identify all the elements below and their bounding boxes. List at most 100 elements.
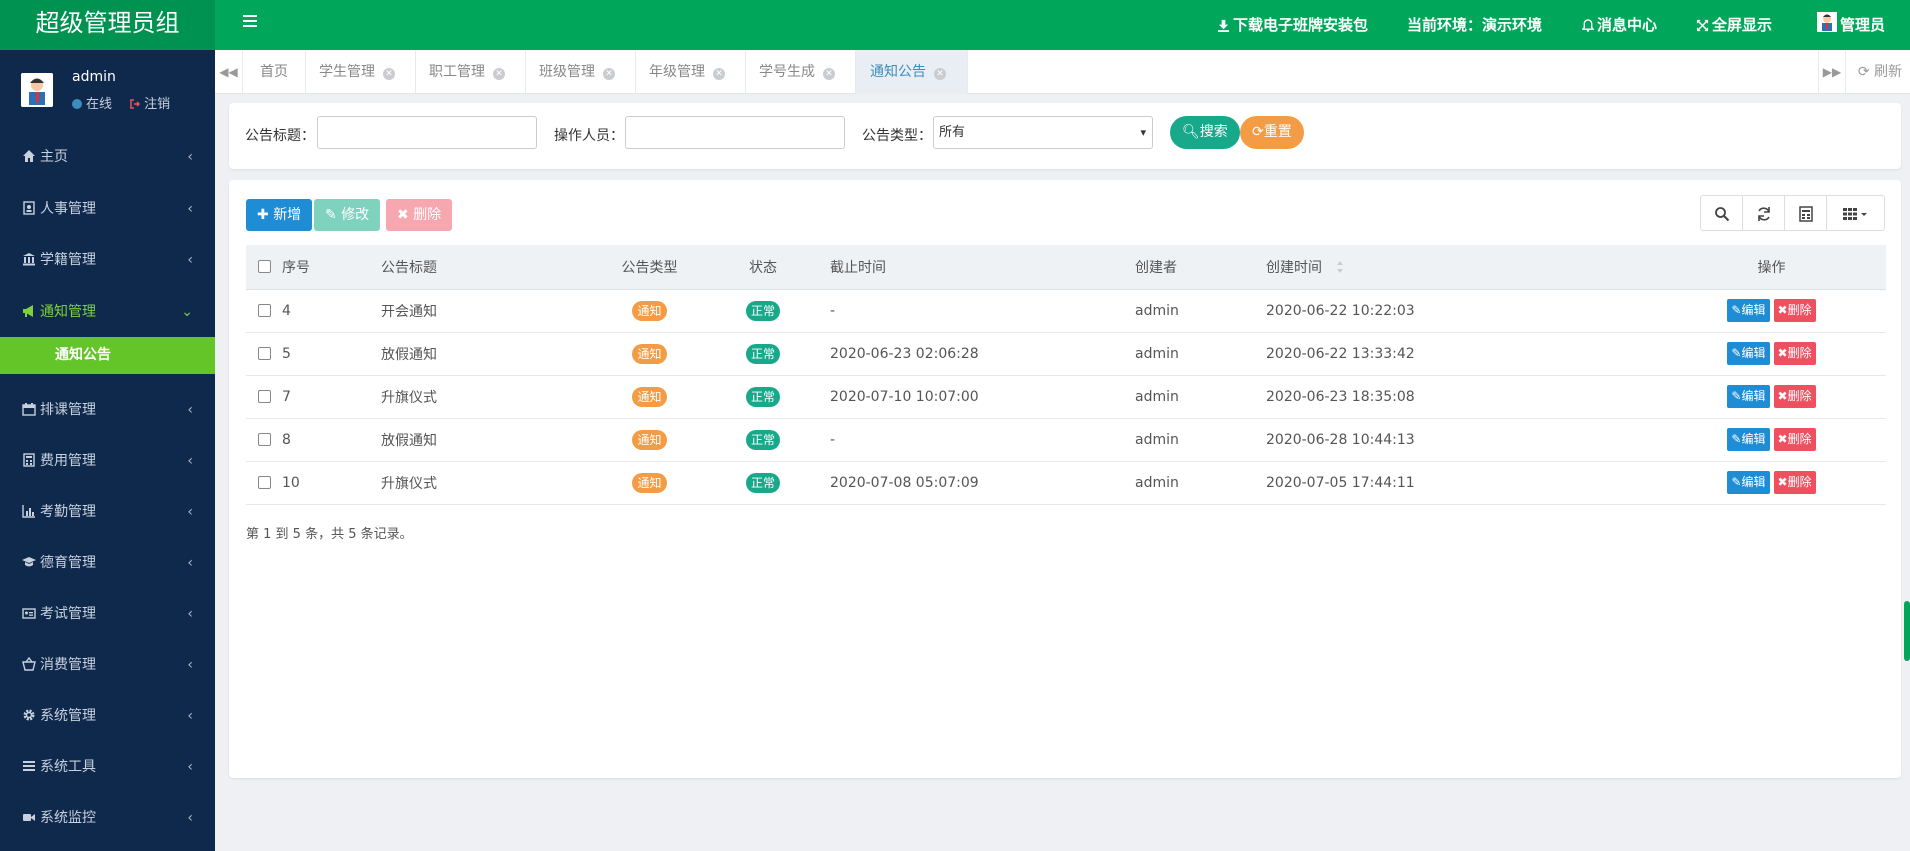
status-badge: 正常 — [745, 300, 780, 321]
operator-filter-input[interactable] — [625, 116, 845, 149]
sidebar-item-fees[interactable]: 费用管理 ‹ — [0, 439, 215, 483]
column-toggle-dropdown[interactable] — [1826, 195, 1885, 231]
sidebar-item-system-monitor[interactable]: 系统监控 ‹ — [0, 796, 215, 840]
tab-home[interactable]: 首页 — [243, 50, 306, 94]
row-edit-button[interactable]: ✎编辑 — [1727, 342, 1770, 365]
column-header-creator: 创建者 — [1135, 245, 1266, 290]
tab-close-icon[interactable]: ✕ — [713, 68, 725, 80]
logout-link[interactable]: 注销 — [144, 97, 170, 112]
type-badge: 通知 — [632, 300, 667, 321]
sidebar-item-system-tools[interactable]: 系统工具 ‹ — [0, 745, 215, 789]
fullscreen-link[interactable]: 全屏显示 — [1696, 0, 1772, 50]
edit-icon: ✎ — [1731, 303, 1742, 317]
tab-close-icon[interactable]: ✕ — [823, 68, 835, 80]
row-checkbox[interactable] — [258, 476, 271, 489]
add-button[interactable]: ✚ 新增 — [246, 199, 313, 231]
refresh-icon: ⟳ — [1252, 124, 1264, 140]
tab-student-management[interactable]: 学生管理 ✕ — [306, 50, 416, 94]
chevron-left-icon: ‹ — [187, 252, 193, 268]
type-filter-value: 所有 — [939, 125, 966, 140]
row-checkbox[interactable] — [258, 390, 271, 403]
row-delete-button[interactable]: ✖删除 — [1773, 342, 1816, 365]
sidebar-item-consumption[interactable]: 消费管理 ‹ — [0, 643, 215, 687]
row-edit-button[interactable]: ✎编辑 — [1727, 299, 1770, 322]
download-app-link[interactable]: 下载电子班牌安装包 — [1217, 0, 1368, 50]
type-filter-select[interactable]: 所有 ▾ — [933, 116, 1153, 149]
tab-label: 通知公告 — [870, 64, 926, 80]
row-edit-button[interactable]: ✎编辑 — [1727, 428, 1770, 451]
sidebar-item-exams[interactable]: 考试管理 ‹ — [0, 592, 215, 636]
type-badge: 通知 — [632, 343, 667, 364]
row-delete-button[interactable]: ✖删除 — [1773, 299, 1816, 322]
chevron-left-icon: ‹ — [187, 657, 193, 673]
operator-filter-label: 操作人员： — [554, 128, 624, 144]
tab-close-icon[interactable]: ✕ — [603, 68, 615, 80]
row-delete-button[interactable]: ✖删除 — [1773, 471, 1816, 494]
row-checkbox[interactable] — [258, 304, 271, 317]
reset-button-label: 重置 — [1263, 124, 1292, 140]
sidebar-item-notice[interactable]: 通知管理 ⌄ — [0, 290, 215, 334]
search-button[interactable]: 🔍︎搜索 — [1170, 116, 1240, 149]
sidebar-item-home[interactable]: 主页 ‹ — [0, 135, 215, 179]
tab-scroll-right-icon[interactable]: ▶▶ — [1818, 50, 1846, 94]
title-filter-input[interactable] — [317, 116, 537, 149]
row-edit-label: 编辑 — [1741, 432, 1766, 446]
status-badge: 正常 — [745, 429, 780, 450]
row-checkbox[interactable] — [258, 433, 271, 446]
user-menu[interactable]: 管理员 — [1817, 0, 1885, 50]
sidebar-item-moral-education[interactable]: 德育管理 ‹ — [0, 541, 215, 585]
edit-icon: ✎ — [1731, 389, 1742, 403]
row-edit-button[interactable]: ✎编辑 — [1727, 471, 1770, 494]
table-card-view-toggle[interactable] — [1784, 195, 1827, 231]
tab-close-icon[interactable]: ✕ — [383, 68, 395, 80]
table-refresh-button[interactable] — [1742, 195, 1785, 231]
sidebar-item-label: 考勤管理 — [40, 504, 96, 520]
sidebar-item-enrollment[interactable]: 学籍管理 ‹ — [0, 238, 215, 282]
chevron-left-icon: ‹ — [187, 555, 193, 571]
created-time-header-label: 创建时间 — [1266, 259, 1322, 276]
delete-button[interactable]: ✖ 删除 — [386, 199, 453, 231]
side-scrollbar[interactable] — [1904, 601, 1910, 661]
reset-button[interactable]: ⟳重置 — [1240, 116, 1304, 149]
download-icon — [1217, 19, 1230, 32]
column-header-created-time[interactable]: 创建时间 — [1266, 245, 1657, 290]
cell-title: 放假通知 — [381, 418, 581, 462]
tab-class-management[interactable]: 班级管理 ✕ — [526, 50, 636, 94]
row-checkbox[interactable] — [258, 347, 271, 360]
edit-button-label: 修改 — [341, 207, 370, 223]
tab-close-icon[interactable]: ✕ — [493, 68, 505, 80]
sidebar-item-system-settings[interactable]: 系统管理 ‹ — [0, 694, 215, 738]
table-header-row: 序号 公告标题 公告类型 状态 截止时间 创建者 创建时间 操作 — [246, 245, 1886, 290]
plus-icon: ✚ — [257, 207, 269, 223]
tab-close-icon[interactable]: ✕ — [934, 68, 946, 80]
tab-notice-announcement[interactable]: 通知公告 ✕ — [856, 50, 968, 94]
chevron-left-icon: ‹ — [187, 149, 193, 165]
select-all-checkbox[interactable] — [258, 260, 271, 274]
row-edit-button[interactable]: ✎编辑 — [1727, 385, 1770, 408]
sidebar-item-label: 系统管理 — [40, 708, 96, 724]
sidebar-item-schedule[interactable]: 排课管理 ‹ — [0, 388, 215, 432]
tab-grade-management[interactable]: 年级管理 ✕ — [636, 50, 746, 94]
tab-staff-management[interactable]: 职工管理 ✕ — [416, 50, 526, 94]
video-camera-icon — [23, 814, 35, 821]
edit-button[interactable]: ✎ 修改 — [314, 199, 381, 231]
row-delete-label: 删除 — [1787, 346, 1812, 360]
row-delete-button[interactable]: ✖删除 — [1773, 385, 1816, 408]
tab-student-id-generation[interactable]: 学号生成 ✕ — [746, 50, 856, 94]
menu-toggle-icon[interactable] — [243, 15, 259, 31]
sidebar-item-label: 排课管理 — [40, 402, 96, 418]
brand-title: 超级管理员组 — [0, 0, 215, 50]
table-search-toggle[interactable] — [1700, 195, 1743, 231]
basket-icon — [22, 657, 36, 671]
cell-created-time: 2020-06-22 13:33:42 — [1266, 332, 1657, 376]
sidebar-item-attendance[interactable]: 考勤管理 ‹ — [0, 490, 215, 534]
tab-refresh-button[interactable]: ⟳ 刷新 — [1858, 50, 1902, 94]
row-delete-button[interactable]: ✖删除 — [1773, 428, 1816, 451]
times-icon: ✖ — [1777, 346, 1788, 360]
sidebar-item-hr[interactable]: 人事管理 ‹ — [0, 187, 215, 231]
row-delete-label: 删除 — [1787, 389, 1812, 403]
message-center-link[interactable]: 消息中心 — [1581, 0, 1657, 50]
sidebar-item-label: 系统监控 — [40, 810, 96, 826]
sidebar-subitem-notice-announcement[interactable]: 通知公告 — [0, 337, 215, 374]
tab-scroll-left-icon[interactable]: ◀◀ — [215, 50, 243, 94]
